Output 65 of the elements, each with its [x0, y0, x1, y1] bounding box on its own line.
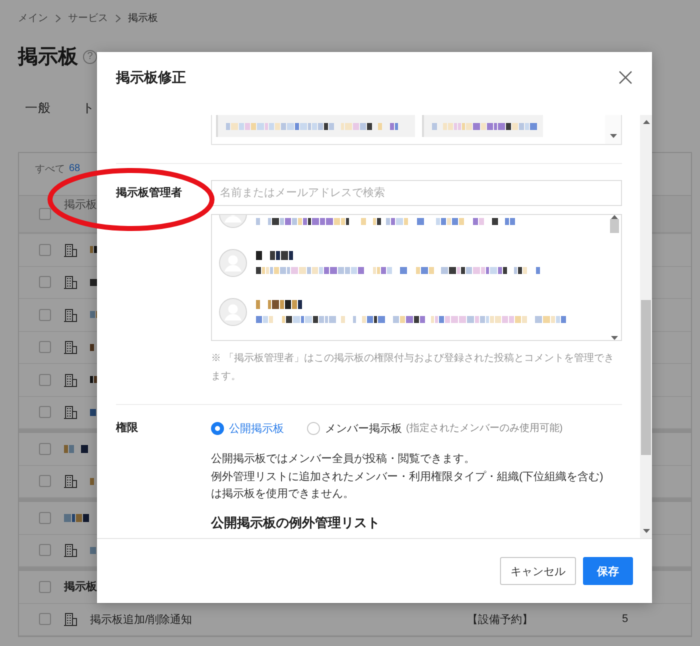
radio-button[interactable] [211, 422, 224, 434]
checkbox[interactable] [39, 580, 51, 593]
filter-label: すべて [35, 162, 65, 176]
checkbox[interactable] [39, 475, 51, 488]
checkbox[interactable] [39, 442, 51, 455]
avatar-icon [219, 298, 247, 326]
building-icon [64, 308, 77, 322]
building-icon [64, 543, 77, 558]
save-button[interactable]: 保存 [583, 557, 633, 585]
checkbox[interactable] [39, 341, 51, 354]
scrollbar[interactable] [607, 215, 621, 340]
radio-label[interactable]: メンバー掲示板 [325, 420, 402, 436]
checkbox[interactable] [39, 208, 51, 220]
building-icon [64, 405, 77, 420]
scrollbar-thumb[interactable] [641, 300, 651, 455]
checkbox[interactable] [39, 613, 51, 626]
table-cell: 5 [622, 613, 628, 626]
chevron-right-icon [55, 14, 61, 22]
modal-title: 掲示板修正 [116, 68, 186, 87]
field-label: 掲示板管理者 [116, 186, 183, 201]
scroll-up-icon[interactable] [642, 120, 650, 124]
help-note: ※ 「掲示板管理者」はこの掲示板の権限付与および登録された投稿とコメントを管理できます。 [211, 352, 615, 384]
search-field[interactable]: 名前またはメールアドレスで検索 [211, 180, 622, 206]
radio-hint: (指定されたメンバーのみ使用可能) [406, 422, 563, 435]
close-icon[interactable] [619, 71, 632, 84]
scroll-down-icon[interactable] [642, 529, 650, 533]
building-icon [64, 474, 77, 488]
radio-button[interactable] [307, 422, 320, 434]
tab[interactable]: ト [82, 100, 95, 116]
breadcrumb-link[interactable]: サービス [68, 11, 108, 25]
member-chip[interactable] [422, 115, 543, 137]
breadcrumb-link[interactable]: 掲示板 [128, 11, 158, 25]
chevron-right-icon [115, 14, 121, 22]
building-icon [64, 612, 77, 626]
building-icon [64, 275, 77, 290]
building-icon [64, 242, 77, 257]
field-label: 権限 [116, 420, 139, 436]
scrollbar[interactable] [605, 115, 621, 144]
building-icon [64, 340, 77, 354]
breadcrumb-link[interactable]: メイン [18, 11, 48, 25]
checkbox[interactable] [39, 512, 51, 524]
section-heading: 公開掲示板の例外管理リスト [211, 514, 381, 532]
table-cell-text: 【設備予約】 [467, 612, 534, 627]
scroll-down-icon[interactable] [610, 134, 616, 138]
total-count: 68 [69, 163, 80, 174]
member-chip[interactable] [216, 115, 415, 137]
radio-label[interactable]: 公開掲示板 [229, 420, 284, 436]
page-title: 掲示板 [18, 45, 78, 69]
permission-description: 公開掲示板ではメンバー全員が投稿・閲覧できます。 例外管理リストに追加されたメンバー・利用権限タイプ・組織(下位組織を含む) は掲示板を使用できません。 [211, 452, 604, 502]
avatar-icon [219, 248, 247, 276]
checkbox[interactable] [39, 374, 51, 386]
checkbox[interactable] [39, 406, 51, 418]
scroll-down-icon[interactable] [610, 336, 618, 340]
checkbox[interactable] [39, 276, 51, 288]
cancel-button[interactable]: キャンセル [500, 557, 576, 585]
board-name[interactable]: 掲示板追加/削除通知 [90, 612, 192, 627]
building-icon [64, 372, 77, 387]
checkbox[interactable] [39, 308, 51, 321]
column-header: 掲示板 [64, 199, 97, 212]
tab[interactable]: 一般 [25, 100, 51, 116]
scrollbar[interactable] [640, 115, 652, 538]
scrollbar-thumb[interactable] [610, 219, 618, 233]
checkbox[interactable] [39, 544, 51, 556]
checkbox[interactable] [39, 244, 51, 256]
group-name[interactable]: 掲示板 [64, 579, 97, 594]
